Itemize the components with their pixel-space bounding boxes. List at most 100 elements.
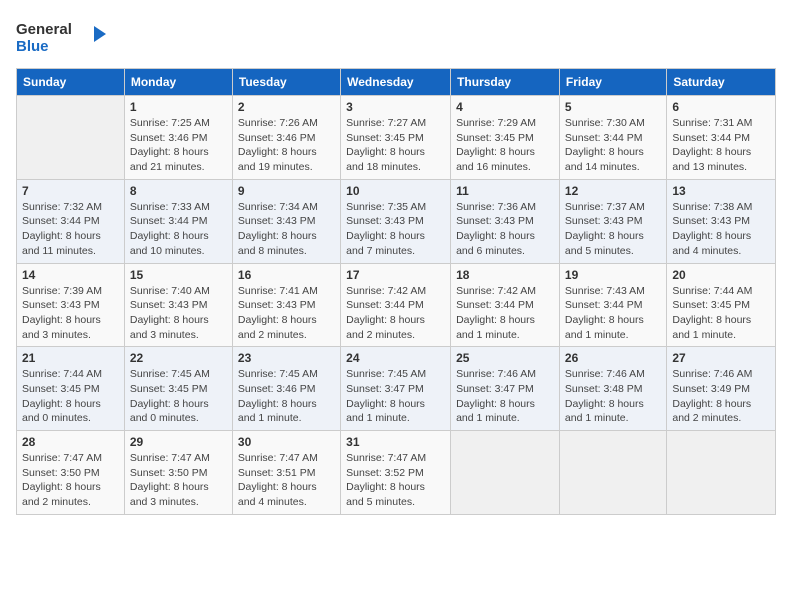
day-number: 21 xyxy=(22,351,119,365)
calendar-cell: 5Sunrise: 7:30 AM Sunset: 3:44 PM Daylig… xyxy=(559,96,666,180)
calendar-table: SundayMondayTuesdayWednesdayThursdayFrid… xyxy=(16,68,776,515)
cell-text: Sunrise: 7:29 AM Sunset: 3:45 PM Dayligh… xyxy=(456,116,554,175)
calendar-cell xyxy=(667,431,776,515)
cell-text: Sunrise: 7:45 AM Sunset: 3:47 PM Dayligh… xyxy=(346,367,445,426)
calendar-cell: 6 Sunrise: 7:31 AM Sunset: 3:44 PM Daylig… xyxy=(667,96,776,180)
calendar-cell: 9 Sunrise: 7:34 AM Sunset: 3:43 PM Daylig… xyxy=(232,179,340,263)
day-number: 4 xyxy=(456,100,554,114)
day-number: 16 xyxy=(238,268,335,282)
day-number: 1 xyxy=(130,100,227,114)
calendar-cell: 22 Sunrise: 7:45 AM Sunset: 3:45 PM Dayli… xyxy=(124,347,232,431)
cell-text: Sunrise: 7:25 AM Sunset: 3:46 PM Dayligh… xyxy=(130,116,227,175)
day-number: 25 xyxy=(456,351,554,365)
cell-text: Sunrise: 7:34 AM Sunset: 3:43 PM Dayligh… xyxy=(238,200,335,259)
cell-text: Sunrise: 7:35 AM Sunset: 3:43 PM Dayligh… xyxy=(346,200,445,259)
calendar-cell: 27 Sunrise: 7:46 AM Sunset: 3:49 PM Dayli… xyxy=(667,347,776,431)
day-number: 28 xyxy=(22,435,119,449)
day-number: 27 xyxy=(672,351,770,365)
day-number: 24 xyxy=(346,351,445,365)
calendar-cell: 18 Sunrise: 7:42 AM Sunset: 3:44 PM Dayli… xyxy=(451,263,560,347)
calendar-cell: 7Sunrise: 7:32 AM Sunset: 3:44 PM Daylig… xyxy=(17,179,125,263)
cell-text: Sunrise: 7:33 AM Sunset: 3:44 PM Dayligh… xyxy=(130,200,227,259)
logo-icon: General Blue xyxy=(16,16,106,60)
calendar-cell: 12Sunrise: 7:37 AM Sunset: 3:43 PM Dayli… xyxy=(559,179,666,263)
week-row-5: 28 Sunrise: 7:47 AM Sunset: 3:50 PM Dayli… xyxy=(17,431,776,515)
day-number: 6 xyxy=(672,100,770,114)
day-number: 2 xyxy=(238,100,335,114)
cell-text: Sunrise: 7:44 AM Sunset: 3:45 PM Dayligh… xyxy=(672,284,770,343)
calendar-cell: 20Sunrise: 7:44 AM Sunset: 3:45 PM Dayli… xyxy=(667,263,776,347)
cell-text: Sunrise: 7:46 AM Sunset: 3:48 PM Dayligh… xyxy=(565,367,661,426)
day-number: 10 xyxy=(346,184,445,198)
cell-text: Sunrise: 7:31 AM Sunset: 3:44 PM Dayligh… xyxy=(672,116,770,175)
cell-text: Sunrise: 7:36 AM Sunset: 3:43 PM Dayligh… xyxy=(456,200,554,259)
day-number: 7 xyxy=(22,184,119,198)
logo: General Blue xyxy=(16,16,106,60)
cell-text: Sunrise: 7:45 AM Sunset: 3:45 PM Dayligh… xyxy=(130,367,227,426)
calendar-cell: 25 Sunrise: 7:46 AM Sunset: 3:47 PM Dayli… xyxy=(451,347,560,431)
calendar-cell: 30 Sunrise: 7:47 AM Sunset: 3:51 PM Dayli… xyxy=(232,431,340,515)
cell-text: Sunrise: 7:44 AM Sunset: 3:45 PM Dayligh… xyxy=(22,367,119,426)
day-number: 5 xyxy=(565,100,661,114)
cell-text: Sunrise: 7:43 AM Sunset: 3:44 PM Dayligh… xyxy=(565,284,661,343)
cell-text: Sunrise: 7:40 AM Sunset: 3:43 PM Dayligh… xyxy=(130,284,227,343)
cell-text: Sunrise: 7:42 AM Sunset: 3:44 PM Dayligh… xyxy=(456,284,554,343)
calendar-cell: 21 Sunrise: 7:44 AM Sunset: 3:45 PM Dayli… xyxy=(17,347,125,431)
calendar-cell: 1 Sunrise: 7:25 AM Sunset: 3:46 PM Daylig… xyxy=(124,96,232,180)
calendar-cell: 19Sunrise: 7:43 AM Sunset: 3:44 PM Dayli… xyxy=(559,263,666,347)
calendar-cell: 14 Sunrise: 7:39 AM Sunset: 3:43 PM Dayli… xyxy=(17,263,125,347)
day-number: 23 xyxy=(238,351,335,365)
header: General Blue xyxy=(16,16,776,60)
calendar-cell xyxy=(559,431,666,515)
day-number: 11 xyxy=(456,184,554,198)
cell-text: Sunrise: 7:47 AM Sunset: 3:51 PM Dayligh… xyxy=(238,451,335,510)
cell-text: Sunrise: 7:39 AM Sunset: 3:43 PM Dayligh… xyxy=(22,284,119,343)
col-header-wednesday: Wednesday xyxy=(341,69,451,96)
cell-text: Sunrise: 7:46 AM Sunset: 3:49 PM Dayligh… xyxy=(672,367,770,426)
day-number: 15 xyxy=(130,268,227,282)
calendar-cell: 23Sunrise: 7:45 AM Sunset: 3:46 PM Dayli… xyxy=(232,347,340,431)
calendar-cell xyxy=(451,431,560,515)
week-row-1: 1 Sunrise: 7:25 AM Sunset: 3:46 PM Daylig… xyxy=(17,96,776,180)
cell-text: Sunrise: 7:26 AM Sunset: 3:46 PM Dayligh… xyxy=(238,116,335,175)
cell-text: Sunrise: 7:47 AM Sunset: 3:50 PM Dayligh… xyxy=(130,451,227,510)
calendar-cell xyxy=(17,96,125,180)
calendar-cell: 17 Sunrise: 7:42 AM Sunset: 3:44 PM Dayli… xyxy=(341,263,451,347)
cell-text: Sunrise: 7:47 AM Sunset: 3:50 PM Dayligh… xyxy=(22,451,119,510)
cell-text: Sunrise: 7:47 AM Sunset: 3:52 PM Dayligh… xyxy=(346,451,445,510)
day-number: 8 xyxy=(130,184,227,198)
col-header-monday: Monday xyxy=(124,69,232,96)
day-number: 3 xyxy=(346,100,445,114)
calendar-cell: 10 Sunrise: 7:35 AM Sunset: 3:43 PM Dayli… xyxy=(341,179,451,263)
day-number: 13 xyxy=(672,184,770,198)
day-number: 30 xyxy=(238,435,335,449)
calendar-cell: 26 Sunrise: 7:46 AM Sunset: 3:48 PM Dayli… xyxy=(559,347,666,431)
cell-text: Sunrise: 7:46 AM Sunset: 3:47 PM Dayligh… xyxy=(456,367,554,426)
day-number: 12 xyxy=(565,184,661,198)
calendar-cell: 16Sunrise: 7:41 AM Sunset: 3:43 PM Dayli… xyxy=(232,263,340,347)
day-number: 9 xyxy=(238,184,335,198)
day-number: 17 xyxy=(346,268,445,282)
calendar-cell: 2 Sunrise: 7:26 AM Sunset: 3:46 PM Daylig… xyxy=(232,96,340,180)
calendar-cell: 15 Sunrise: 7:40 AM Sunset: 3:43 PM Dayli… xyxy=(124,263,232,347)
week-row-4: 21 Sunrise: 7:44 AM Sunset: 3:45 PM Dayli… xyxy=(17,347,776,431)
day-number: 18 xyxy=(456,268,554,282)
svg-text:Blue: Blue xyxy=(16,38,49,55)
day-number: 26 xyxy=(565,351,661,365)
calendar-cell: 24 Sunrise: 7:45 AM Sunset: 3:47 PM Dayli… xyxy=(341,347,451,431)
calendar-cell: 8 Sunrise: 7:33 AM Sunset: 3:44 PM Daylig… xyxy=(124,179,232,263)
svg-text:General: General xyxy=(16,21,72,38)
calendar-cell: 13 Sunrise: 7:38 AM Sunset: 3:43 PM Dayli… xyxy=(667,179,776,263)
calendar-cell: 4 Sunrise: 7:29 AM Sunset: 3:45 PM Daylig… xyxy=(451,96,560,180)
week-row-3: 14 Sunrise: 7:39 AM Sunset: 3:43 PM Dayli… xyxy=(17,263,776,347)
calendar-cell: 28 Sunrise: 7:47 AM Sunset: 3:50 PM Dayli… xyxy=(17,431,125,515)
cell-text: Sunrise: 7:42 AM Sunset: 3:44 PM Dayligh… xyxy=(346,284,445,343)
day-number: 14 xyxy=(22,268,119,282)
cell-text: Sunrise: 7:38 AM Sunset: 3:43 PM Dayligh… xyxy=(672,200,770,259)
calendar-cell: 11 Sunrise: 7:36 AM Sunset: 3:43 PM Dayli… xyxy=(451,179,560,263)
week-row-2: 7Sunrise: 7:32 AM Sunset: 3:44 PM Daylig… xyxy=(17,179,776,263)
day-number: 22 xyxy=(130,351,227,365)
col-header-saturday: Saturday xyxy=(667,69,776,96)
col-header-thursday: Thursday xyxy=(451,69,560,96)
col-header-sunday: Sunday xyxy=(17,69,125,96)
